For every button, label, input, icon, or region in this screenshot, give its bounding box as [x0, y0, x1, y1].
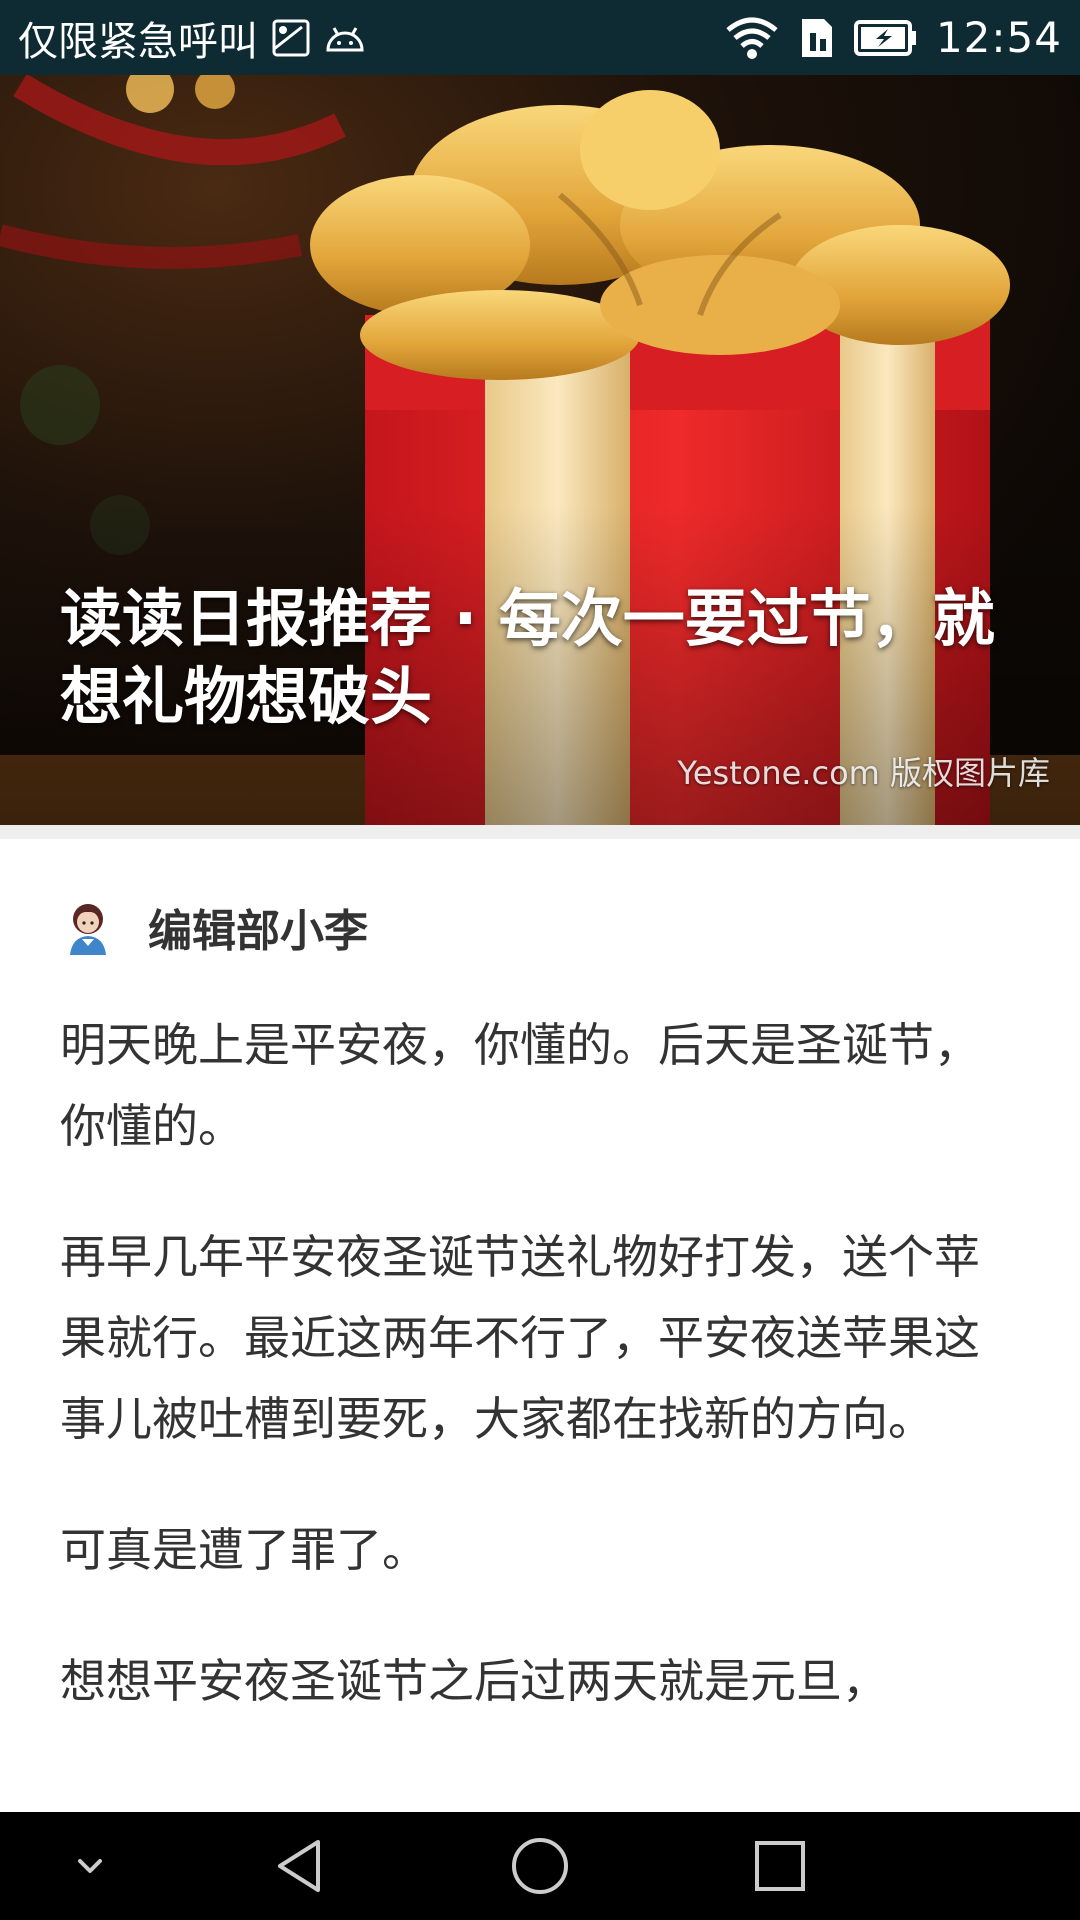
author-name[interactable]: 编辑部小李 [148, 895, 368, 959]
article-title: 读读日报推荐 · 每次一要过节，就想礼物想破头 [60, 582, 995, 733]
paragraph: 明天晚上是平安夜，你懂的。后天是圣诞节，你懂的。 [60, 1018, 980, 1153]
collapse-icon[interactable] [60, 1836, 120, 1896]
navigation-bar [0, 1812, 1080, 1920]
paragraph: 想想平安夜圣诞节之后过两天就是元旦， [60, 1654, 888, 1708]
carrier-text: 仅限紧急呼叫 [18, 18, 258, 65]
recents-icon[interactable] [750, 1836, 810, 1896]
author-row[interactable]: 编辑部小李 [60, 895, 368, 959]
article-body: 明天晚上是平安夜，你懂的。后天是圣诞节，你懂的。 再早几年平安夜圣诞节送礼物好打… [60, 1005, 1000, 1772]
status-bar: 仅限紧急呼叫 12:54 [0, 0, 1080, 75]
image-credit: Yestone.com 版权图片库 [677, 754, 1050, 792]
divider [0, 825, 1080, 839]
avatar[interactable] [60, 899, 116, 955]
clock: 12:54 [935, 13, 1062, 62]
android-icon [324, 22, 366, 54]
hero-banner[interactable]: 读读日报推荐 · 每次一要过节，就想礼物想破头 Yestone.com 版权图片… [0, 75, 1080, 825]
battery-icon [853, 19, 918, 57]
home-icon[interactable] [510, 1836, 570, 1896]
paragraph: 再早几年平安夜圣诞节送礼物好打发，送个苹果就行。最近这两年不行了，平安夜送苹果这… [60, 1230, 980, 1446]
back-icon[interactable] [270, 1836, 330, 1896]
gallery-icon [272, 19, 310, 57]
wifi-icon [724, 16, 780, 60]
paragraph: 可真是遭了罪了。 [60, 1523, 428, 1577]
sim-icon [798, 17, 836, 59]
